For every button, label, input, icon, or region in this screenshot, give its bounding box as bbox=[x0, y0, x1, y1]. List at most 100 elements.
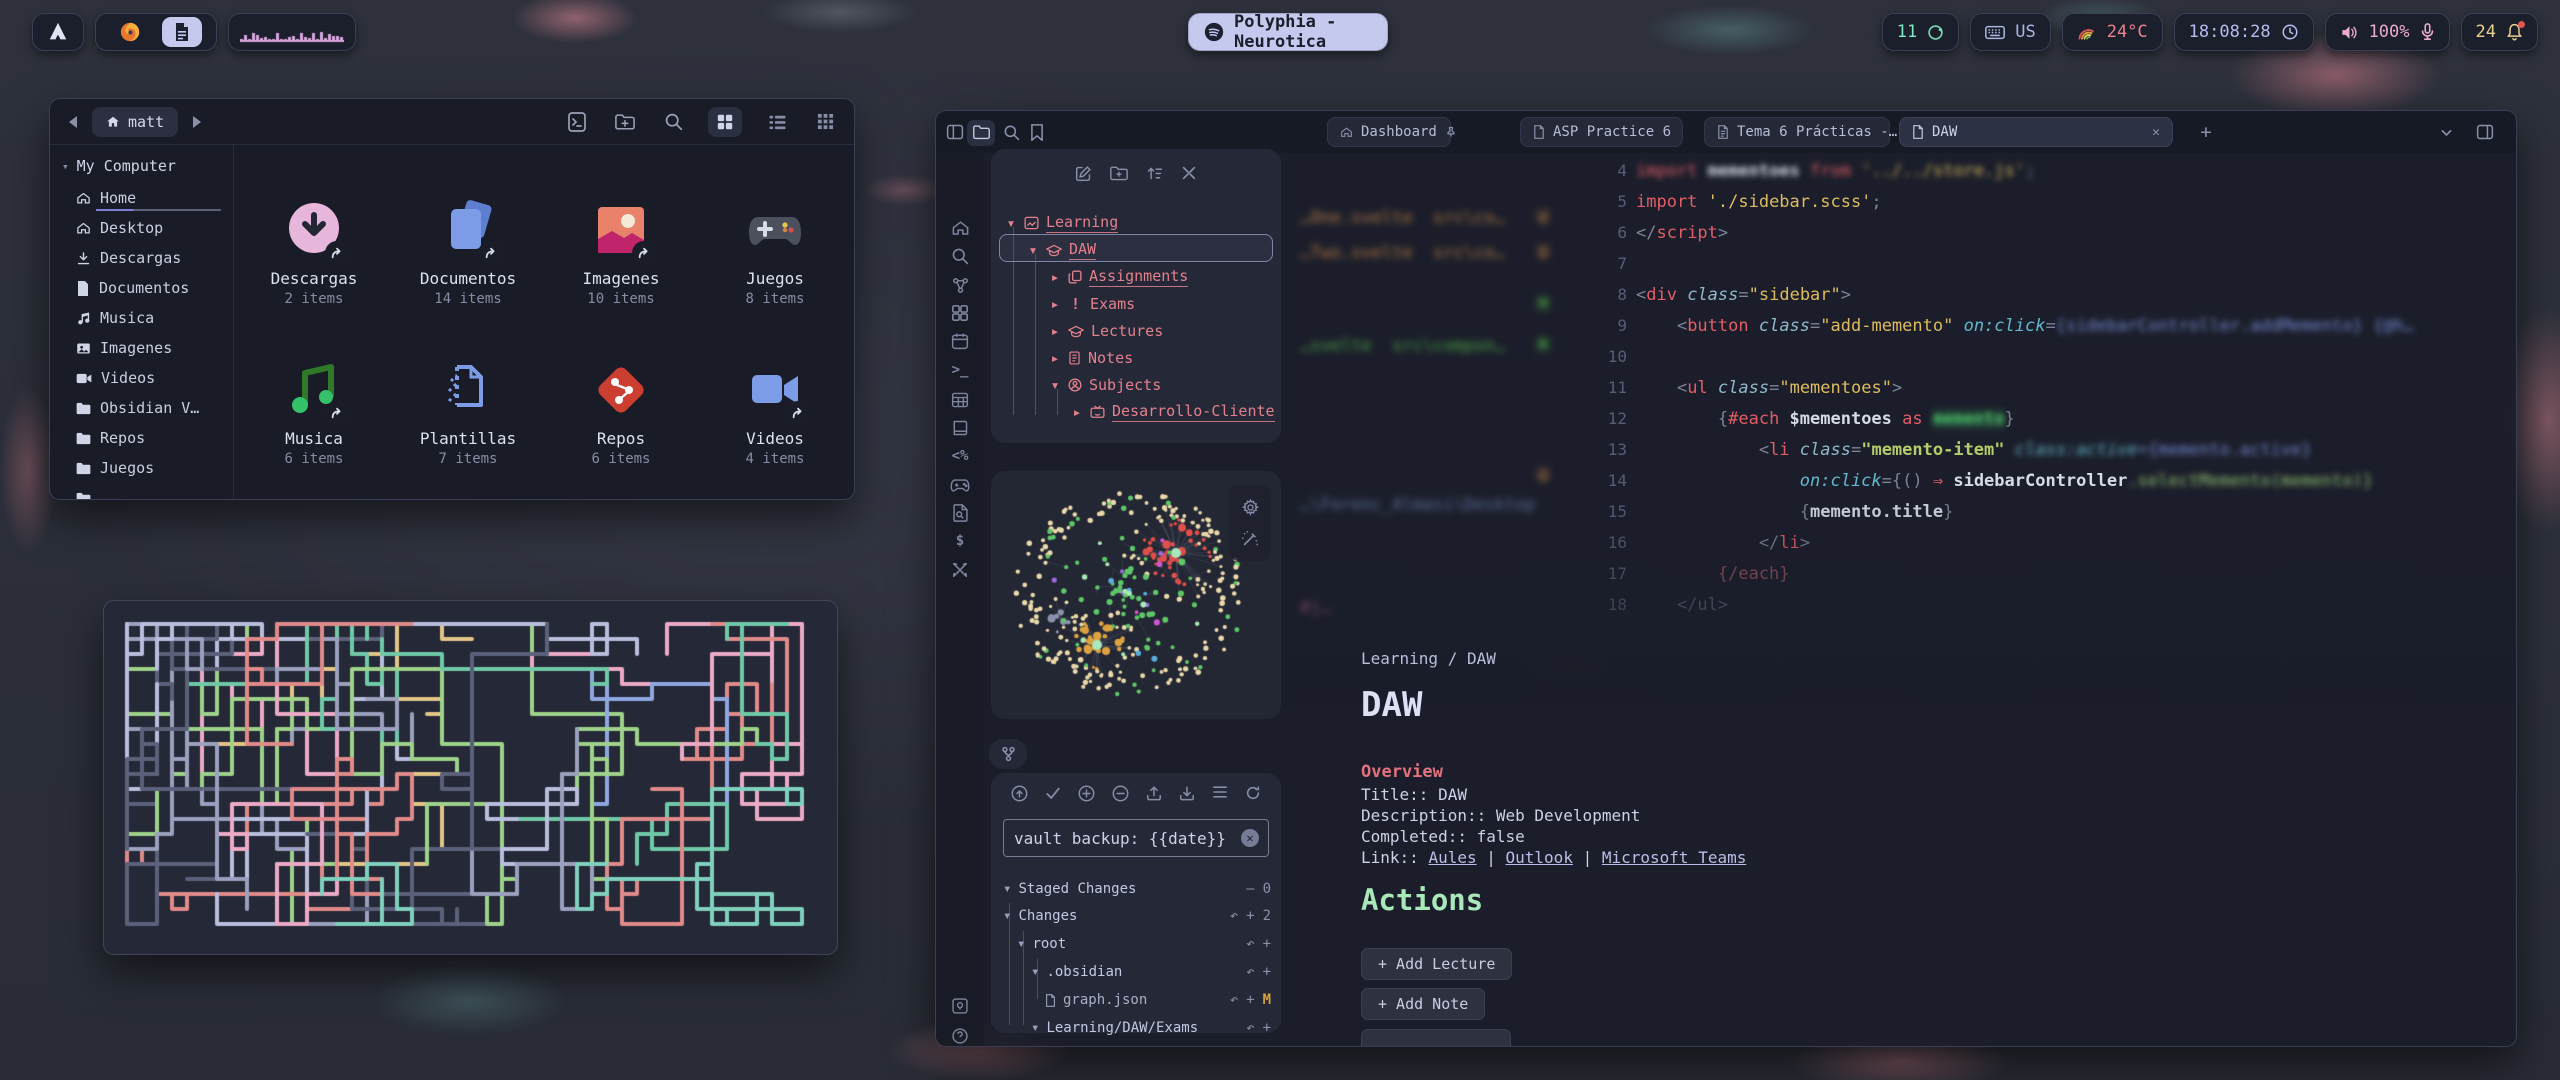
sidebar-item-documentos[interactable]: Documentos bbox=[50, 273, 233, 303]
change-layout-icon[interactable] bbox=[1212, 785, 1228, 802]
tree-folder-learning[interactable]: ▾ Learning bbox=[1005, 211, 1118, 235]
files-tab-icon[interactable] bbox=[967, 120, 995, 146]
collapse-all-icon[interactable] bbox=[1181, 165, 1197, 182]
vault-switcher-icon[interactable] bbox=[950, 996, 970, 1016]
tray-volume[interactable]: 100% bbox=[2325, 13, 2450, 51]
terminal-ribbon-icon[interactable]: >_ bbox=[950, 360, 970, 380]
folder-videos[interactable]: Videos 4 items bbox=[698, 359, 852, 500]
workspace-firefox[interactable] bbox=[110, 17, 150, 47]
tray-notifications[interactable]: 24 bbox=[2461, 13, 2538, 51]
sidebar-item-clipped[interactable] bbox=[50, 483, 233, 499]
sidebar-root-my-computer[interactable]: ▾ My Computer bbox=[50, 145, 233, 183]
calendar-ribbon-icon[interactable] bbox=[950, 331, 970, 351]
git-exams-folder-row[interactable]: ▾ Learning/DAW/Exams ↶+ bbox=[1031, 1016, 1271, 1040]
link-microsoft-teams[interactable]: Microsoft Teams bbox=[1602, 848, 1747, 867]
file-search-ribbon-icon[interactable] bbox=[950, 503, 970, 523]
tree-folder-assignments[interactable]: ▸ Assignments bbox=[1049, 265, 1188, 289]
tab-asp-practice[interactable]: ASP Practice 6 bbox=[1520, 117, 1683, 147]
launcher-button[interactable] bbox=[32, 13, 84, 51]
sort-icon[interactable] bbox=[1146, 165, 1163, 182]
new-note-icon[interactable] bbox=[1075, 165, 1092, 182]
compact-view-button[interactable] bbox=[812, 109, 838, 135]
link-outlook[interactable]: Outlook bbox=[1506, 848, 1573, 867]
stage-icon[interactable]: + bbox=[1246, 908, 1254, 924]
list-view-button[interactable] bbox=[764, 109, 790, 135]
discard-icon[interactable]: ↶ bbox=[1230, 908, 1238, 924]
add-note-button[interactable]: + Add Note bbox=[1361, 988, 1485, 1020]
tray-updates[interactable]: 11 bbox=[1882, 13, 1959, 51]
new-folder-icon[interactable] bbox=[1110, 165, 1128, 182]
git-staged-changes-row[interactable]: ▾ Staged Changes —0 bbox=[1003, 877, 1271, 901]
tree-folder-notes[interactable]: ▸ Notes bbox=[1049, 346, 1133, 370]
workspace-active[interactable] bbox=[162, 17, 202, 47]
back-button[interactable] bbox=[60, 109, 86, 135]
graph-filter-wand-icon[interactable] bbox=[1241, 530, 1259, 548]
book-ribbon-icon[interactable] bbox=[950, 418, 970, 438]
discard-icon[interactable]: ↶ bbox=[1246, 936, 1254, 952]
grid-view-button[interactable] bbox=[708, 107, 742, 137]
sidebar-item-videos[interactable]: Videos bbox=[50, 363, 233, 393]
graph-settings-gear-icon[interactable] bbox=[1241, 498, 1260, 517]
sidebar-item-desktop[interactable]: Desktop bbox=[50, 213, 233, 243]
pull-icon[interactable] bbox=[1179, 785, 1195, 802]
dashboard-ribbon-icon[interactable] bbox=[950, 303, 970, 323]
commit-message-input[interactable] bbox=[1003, 819, 1269, 857]
note-breadcrumb[interactable]: Learning / DAW bbox=[1361, 649, 1496, 668]
discard-icon[interactable]: ↶ bbox=[1246, 964, 1254, 980]
tab-list-chevron-icon[interactable] bbox=[2434, 120, 2458, 144]
sidebar-toggle-icon[interactable] bbox=[943, 120, 967, 144]
close-icon[interactable]: ✕ bbox=[2152, 125, 2160, 140]
commit-check-icon[interactable] bbox=[1045, 785, 1061, 802]
tree-folder-exams[interactable]: ▸ ! Exams bbox=[1049, 292, 1135, 316]
clear-commit-message-icon[interactable]: ✕ bbox=[1241, 829, 1259, 847]
home-ribbon-icon[interactable] bbox=[950, 218, 970, 238]
search-ribbon-icon[interactable] bbox=[950, 246, 970, 266]
gamepad-ribbon-icon[interactable] bbox=[950, 475, 970, 495]
dollar-ribbon-icon[interactable]: $ bbox=[950, 531, 970, 551]
folder-imagenes[interactable]: Imagenes 10 items bbox=[544, 199, 698, 349]
stage-icon[interactable]: + bbox=[1263, 1020, 1271, 1036]
new-tab-button[interactable]: + bbox=[2194, 120, 2218, 144]
git-obsidian-folder-row[interactable]: ▾ .obsidian ↶+ bbox=[1031, 960, 1271, 984]
right-sidebar-toggle-icon[interactable] bbox=[2473, 120, 2497, 144]
code-template-ribbon-icon[interactable]: <% bbox=[950, 446, 970, 466]
sidebar-item-imagenes[interactable]: Imagenes bbox=[50, 333, 233, 363]
git-panel-toggle[interactable] bbox=[989, 739, 1027, 769]
link-aules[interactable]: Aules bbox=[1428, 848, 1476, 867]
add-lecture-button[interactable]: + Add Lecture bbox=[1361, 948, 1512, 980]
commit-and-push-icon[interactable] bbox=[1011, 785, 1028, 802]
tab-dashboard[interactable]: Dashboard bbox=[1327, 117, 1451, 147]
sidebar-item-descargas[interactable]: Descargas bbox=[50, 243, 233, 273]
push-icon[interactable] bbox=[1146, 785, 1162, 802]
breadcrumb[interactable]: matt bbox=[92, 107, 178, 137]
open-terminal-button[interactable] bbox=[564, 109, 590, 135]
stage-icon[interactable]: + bbox=[1263, 936, 1271, 952]
tree-folder-lectures[interactable]: ▸ Lectures bbox=[1049, 319, 1163, 343]
unstage-icon[interactable]: — bbox=[1246, 881, 1254, 897]
tray-clock[interactable]: 18:08:28 bbox=[2174, 13, 2314, 51]
discard-icon[interactable]: ↶ bbox=[1246, 1020, 1254, 1036]
sidebar-item-obsidian-vault[interactable]: Obsidian V… bbox=[50, 393, 233, 423]
folder-musica[interactable]: Musica 6 items bbox=[237, 359, 391, 500]
tree-folder-daw[interactable]: ▾ DAW bbox=[1027, 238, 1096, 262]
tab-daw[interactable]: DAW ✕ bbox=[1899, 117, 2173, 147]
tray-weather[interactable]: 24°C bbox=[2062, 13, 2163, 51]
sidebar-item-home[interactable]: Home bbox=[50, 183, 233, 213]
search-icon[interactable] bbox=[660, 109, 686, 135]
stage-all-icon[interactable] bbox=[1078, 785, 1095, 802]
folder-plantillas[interactable]: Plantillas 7 items bbox=[391, 359, 545, 500]
tab-tema-practicas[interactable]: Tema 6 Prácticas -… bbox=[1704, 117, 1890, 147]
clipped-action-button[interactable] bbox=[1361, 1029, 1511, 1046]
sidebar-item-juegos[interactable]: Juegos bbox=[50, 453, 233, 483]
forward-button[interactable] bbox=[184, 109, 210, 135]
now-playing-pill[interactable]: Polyphia - Neurotica bbox=[1188, 13, 1388, 51]
folder-juegos[interactable]: Juegos 8 items bbox=[698, 199, 852, 349]
stage-icon[interactable]: + bbox=[1246, 992, 1254, 1008]
refresh-icon[interactable] bbox=[1245, 785, 1261, 802]
git-graph-json-row[interactable]: graph.json ↶+M bbox=[1045, 988, 1271, 1012]
git-root-row[interactable]: ▾ root ↶+ bbox=[1017, 932, 1271, 956]
stage-icon[interactable]: + bbox=[1263, 964, 1271, 980]
git-changes-row[interactable]: ▾ Changes ↶+2 bbox=[1003, 904, 1271, 928]
graph-view-panel[interactable] bbox=[991, 471, 1281, 719]
obsidian-editor-pane[interactable]: 4import mementoes from '../../store.js';… bbox=[1288, 153, 2516, 1046]
